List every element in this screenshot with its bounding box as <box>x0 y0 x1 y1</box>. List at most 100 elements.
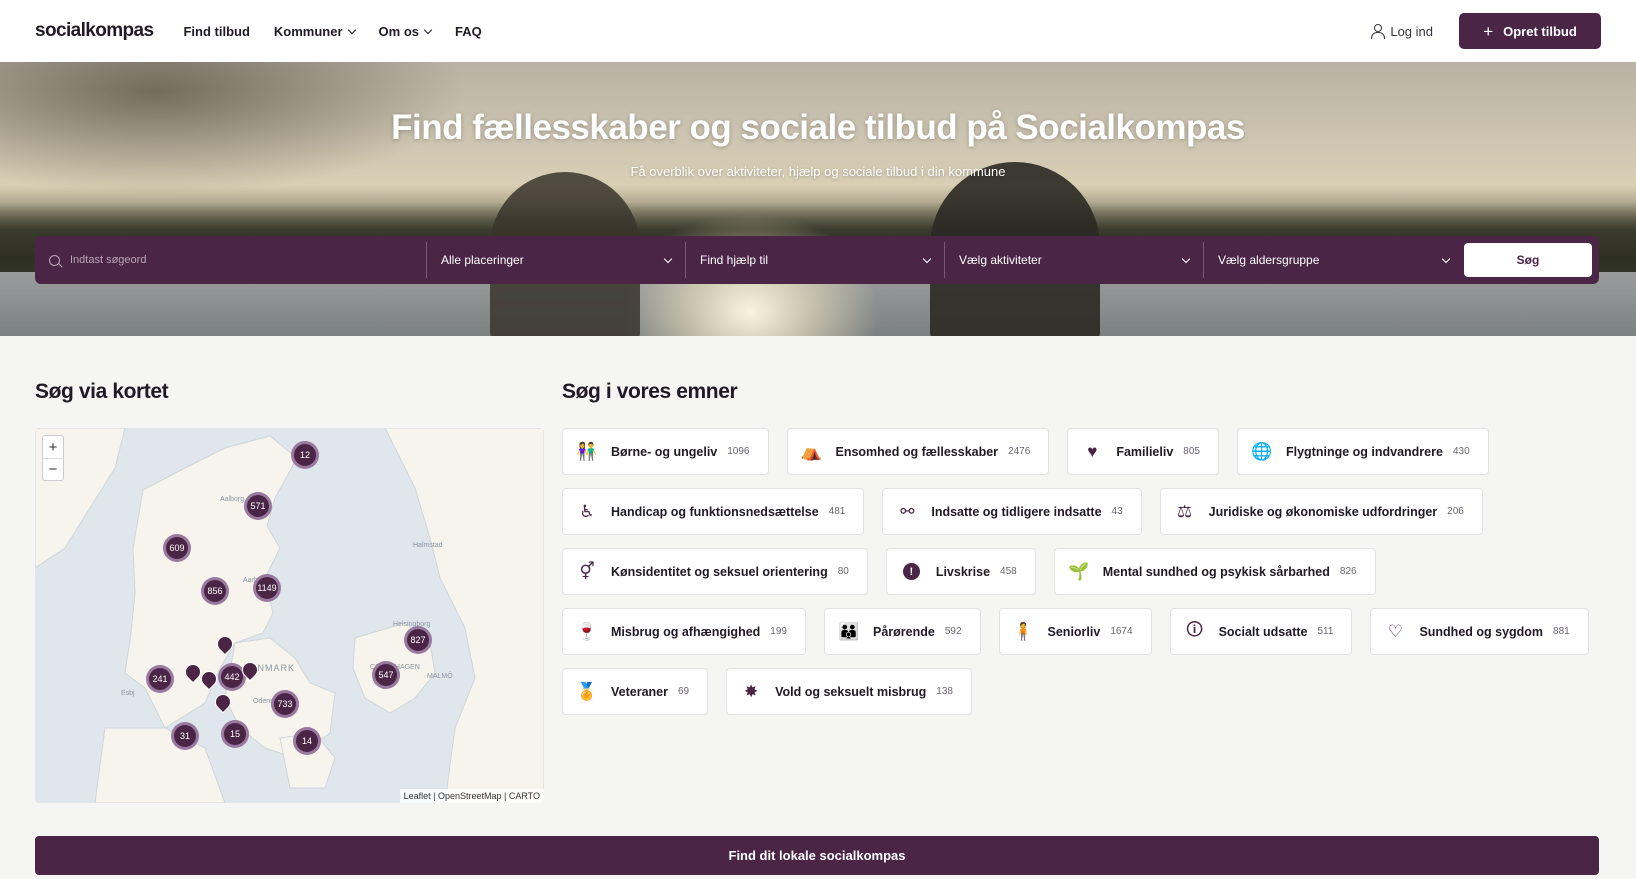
topic-label: Veteraner <box>611 684 668 699</box>
map-cluster[interactable]: 14 <box>293 727 321 755</box>
map-cluster[interactable]: 241 <box>146 665 174 693</box>
location-select[interactable]: Alle placeringer <box>427 242 686 278</box>
map-cluster[interactable]: 856 <box>201 577 229 605</box>
topic-label: Børne- og ungeliv <box>611 444 718 459</box>
map[interactable]: Aalborg Halmstad Aarhus Helsingborg DENM… <box>35 428 544 803</box>
topic-chip[interactable]: ⚥ Kønsidentitet og seksuel orientering 80 <box>562 548 868 595</box>
hero-title: Find fællesskaber og sociale tilbud på S… <box>391 108 1245 147</box>
topic-label: Indsatte og tidligere indsatte <box>931 504 1102 519</box>
topic-chip[interactable]: ⚯ Indsatte og tidligere indsatte 43 <box>882 488 1142 535</box>
globe-icon: 🌐 <box>1251 441 1273 461</box>
topic-count: 138 <box>936 686 953 697</box>
topic-label: Misbrug og afhængighed <box>611 624 761 639</box>
children-icon: 👫 <box>576 441 598 461</box>
login-link[interactable]: Log ind <box>1371 24 1433 39</box>
topic-count: 881 <box>1553 626 1570 637</box>
topic-count: 826 <box>1339 566 1357 577</box>
zoom-out-button[interactable]: − <box>43 458 63 480</box>
logo[interactable]: socialkompas <box>35 20 154 42</box>
chevron-down-icon <box>423 25 433 34</box>
help-select[interactable]: Find hjælp til <box>686 242 945 278</box>
nav-om-os[interactable]: Om os <box>378 23 433 39</box>
map-cluster[interactable]: 15 <box>221 720 249 748</box>
age-select[interactable]: Vælg aldersgruppe <box>1204 242 1463 278</box>
alert-icon: ! <box>902 563 920 580</box>
activities-select[interactable]: Vælg aktiviteter <box>945 242 1204 278</box>
search-field[interactable] <box>35 242 427 278</box>
topic-chip[interactable]: ✸ Vold og seksuelt misbrug 138 <box>726 668 972 715</box>
topics-row: ♿ Handicap og funktionsnedsættelse 481 ⚯ Ind… <box>562 488 1602 535</box>
search-icon <box>49 254 60 266</box>
topic-chip[interactable]: ⚖ Juridiske og økonomiske udfordringer 206 <box>1159 488 1483 535</box>
map-place-label: Halmstad <box>413 542 443 549</box>
map-cluster[interactable]: 547 <box>372 661 400 689</box>
plus-icon: + <box>1483 21 1494 41</box>
topic-chip[interactable]: 🧍 Seniorliv 1674 <box>998 608 1152 655</box>
topic-chip[interactable]: ♿ Handicap og funktionsnedsættelse 481 <box>562 488 865 535</box>
age-select-value: Vælg aldersgruppe <box>1218 253 1320 267</box>
topic-chip[interactable]: 🏅 Veteraner 69 <box>562 668 709 715</box>
create-offer-label: Opret tilbud <box>1503 23 1577 39</box>
topic-count: 592 <box>944 626 962 637</box>
create-offer-button[interactable]: + Opret tilbud <box>1459 13 1601 49</box>
topic-chip[interactable]: 🛈 Socialt udsatte 511 <box>1169 608 1353 655</box>
gender-icon: ⚥ <box>579 561 595 581</box>
topic-label: Handicap og funktionsnedsættelse <box>611 504 819 519</box>
nav-find-tilbud[interactable]: Find tilbud <box>183 24 249 39</box>
topic-chip[interactable]: ♡ Sundhed og sygdom 881 <box>1370 608 1589 655</box>
map-zoom-control: + − <box>42 435 64 481</box>
chevron-down-icon <box>1181 254 1191 263</box>
topic-count: 805 <box>1183 446 1200 457</box>
topic-label: Pårørende <box>872 624 935 639</box>
nav-kommuner[interactable]: Kommuner <box>274 24 356 39</box>
map-cluster[interactable]: 609 <box>163 534 191 562</box>
nav-find-tilbud-label: Find tilbud <box>183 23 250 39</box>
senior-icon: 🧍 <box>1012 621 1035 641</box>
topic-count: 1674 <box>1110 626 1133 637</box>
map-place-label: Esbj <box>121 690 135 697</box>
topic-chip[interactable]: ! Livskrise 458 <box>885 548 1036 595</box>
map-cluster[interactable]: 12 <box>291 441 319 469</box>
chevron-down-icon <box>922 254 932 263</box>
find-local-button[interactable]: Find dit lokale socialkompas <box>35 836 1599 875</box>
map-cluster[interactable]: 571 <box>244 492 272 520</box>
topic-count: 43 <box>1111 506 1123 517</box>
map-cluster[interactable]: 827 <box>404 626 432 654</box>
zoom-in-button[interactable]: + <box>43 436 63 458</box>
topic-chip[interactable]: 🌱 Mental sundhed og psykisk sårbarhed 826 <box>1053 548 1376 595</box>
search-input[interactable] <box>70 254 390 266</box>
chevron-down-icon <box>347 25 356 34</box>
topic-label: Sundhed og sygdom <box>1419 624 1544 639</box>
topic-chip[interactable]: 👪 Pårørende 592 <box>823 608 981 655</box>
map-cluster[interactable]: 733 <box>271 690 299 718</box>
heart-icon: ♥ <box>1087 441 1098 461</box>
topic-label: Socialt udsatte <box>1218 624 1308 639</box>
map-cluster[interactable]: 1149 <box>253 574 281 602</box>
topics-section-title: Søg i vores emner <box>562 380 738 403</box>
handcuffs-icon: ⚯ <box>900 501 915 521</box>
nav-om-os-label: Om os <box>378 23 419 39</box>
topic-label: Livskrise <box>935 564 991 579</box>
map-attribution[interactable]: Leaflet | OpenStreetMap | CARTO <box>399 789 544 803</box>
topic-count: 430 <box>1452 446 1470 457</box>
topic-chip[interactable]: 🌐 Flygtninge og indvandrere 430 <box>1236 428 1489 475</box>
glass-icon: 🍷 <box>576 621 598 641</box>
topic-chip[interactable]: 👫 Børne- og ungeliv 1096 <box>562 428 769 475</box>
map-place-label: MALMÖ <box>427 673 453 680</box>
nav-faq[interactable]: FAQ <box>455 24 482 39</box>
map-section-title: Søg via kortet <box>35 380 169 403</box>
search-button[interactable]: Søg <box>1464 243 1592 277</box>
user-icon <box>1371 24 1386 39</box>
topic-count: 199 <box>770 626 787 637</box>
topic-count: 458 <box>1000 566 1017 577</box>
topic-chip[interactable]: 🍷 Misbrug og afhængighed 199 <box>562 608 806 655</box>
topic-label: Ensomhed og fællesskaber <box>835 444 999 459</box>
topics-row: ⚥ Kønsidentitet og seksuel orientering 80!… <box>562 548 1602 595</box>
topic-chip[interactable]: ⛺ Ensomhed og fællesskaber 2476 <box>786 428 1050 475</box>
search-bar: Alle placeringer Find hjælp til Vælg akt… <box>35 236 1599 284</box>
map-cluster[interactable]: 31 <box>171 722 199 750</box>
topics-row: 🏅 Veteraner 69 ✸ Vold og seksuelt misbrug 138 <box>562 668 1602 715</box>
topics-grid: 👫 Børne- og ungeliv 1096 ⛺ Ensomhed og fælle… <box>562 428 1602 728</box>
site-header: socialkompas Find tilbud Kommuner Om os … <box>0 0 1636 62</box>
topic-chip[interactable]: ♥ Familieliv 805 <box>1067 428 1219 475</box>
